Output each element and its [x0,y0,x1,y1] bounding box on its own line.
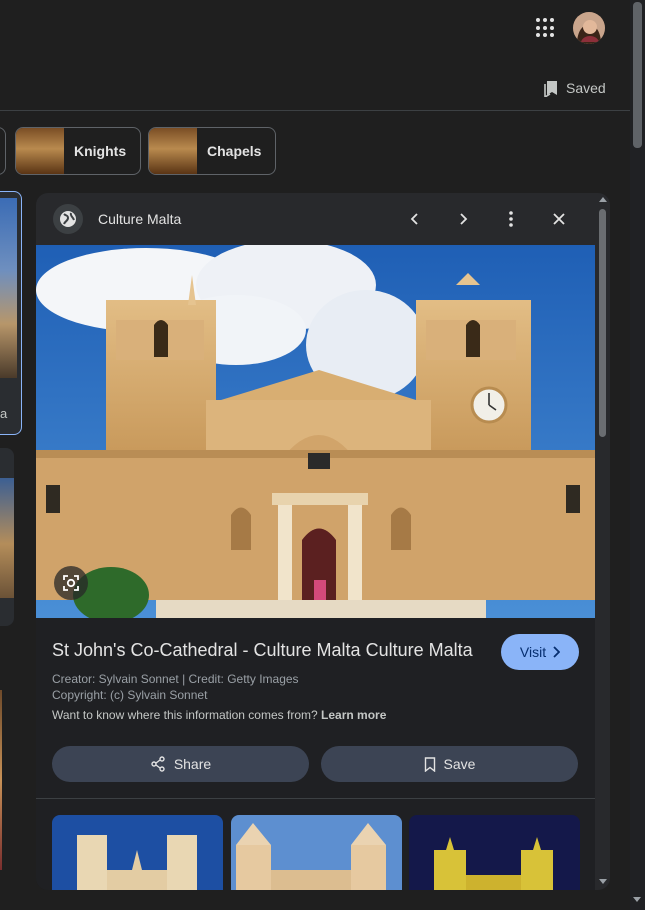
share-button[interactable]: Share [52,746,309,782]
main-image[interactable] [36,245,596,618]
saved-link[interactable]: Saved [543,79,606,97]
page-scrollbar[interactable] [630,0,645,910]
chip-thumbnail [149,128,197,174]
result-thumbnail [0,198,17,378]
chip-label: Knights [74,143,127,159]
share-label: Share [173,756,212,772]
google-lens-icon[interactable] [54,566,88,600]
related-image[interactable] [52,815,223,890]
copyright-text: Copyright: (c) Sylvain Sonnet [52,688,208,702]
apps-grid-icon[interactable] [536,18,556,38]
related-image[interactable] [231,815,402,890]
scrollbar-thumb[interactable] [599,209,606,437]
share-icon [151,756,165,772]
visit-button[interactable]: Visit [501,634,579,670]
image-preview-panel: Culture Malta St John's Co-Cathedral - C… [36,193,610,890]
image-title[interactable]: St John's Co-Cathedral - Culture Malta C… [52,640,473,661]
scrollbar-thumb[interactable] [633,2,642,148]
panel-scrollbar[interactable] [595,193,610,890]
more-vert-icon[interactable] [499,207,523,231]
saved-label: Saved [566,80,606,96]
scroll-down-arrow[interactable] [633,897,641,902]
chip-knights[interactable]: Knights [15,127,142,175]
bookmark-icon [424,756,435,772]
panel-header: Culture Malta [36,193,596,245]
top-bar: Saved [0,0,630,111]
visit-label: Visit [519,644,547,660]
chip-thumbnail [16,128,64,174]
result-card-partial[interactable] [0,191,22,435]
chevron-left-icon[interactable] [403,207,427,231]
save-label: Save [443,756,476,772]
related-image[interactable] [409,815,580,890]
info-question: Want to know where this information come… [52,708,318,722]
result-thumbnail [0,478,14,598]
chevron-right-icon[interactable] [451,207,475,231]
save-button[interactable]: Save [321,746,578,782]
result-caption-partial: a [0,406,8,421]
chip-label: Chapels [207,143,262,159]
creator-credit: Creator: Sylvain Sonnet | Credit: Getty … [52,672,299,686]
image-info: St John's Co-Cathedral - Culture Malta C… [36,618,596,890]
info-source-line: Want to know where this information come… [52,708,386,722]
chip-partial[interactable] [0,127,6,175]
scroll-up-arrow[interactable] [599,197,607,202]
source-name[interactable]: Culture Malta [98,211,181,227]
result-card-partial[interactable] [0,690,2,870]
close-icon[interactable] [547,207,571,231]
learn-more-link[interactable]: Learn more [321,708,386,722]
chip-chapels[interactable]: Chapels [148,127,277,175]
globe-icon [53,204,83,234]
divider [36,798,596,799]
result-card-partial[interactable] [0,448,14,626]
bookmarks-icon [544,81,557,97]
avatar[interactable] [573,12,605,44]
chevron-right-icon [553,646,561,658]
scroll-down-arrow[interactable] [599,879,607,884]
